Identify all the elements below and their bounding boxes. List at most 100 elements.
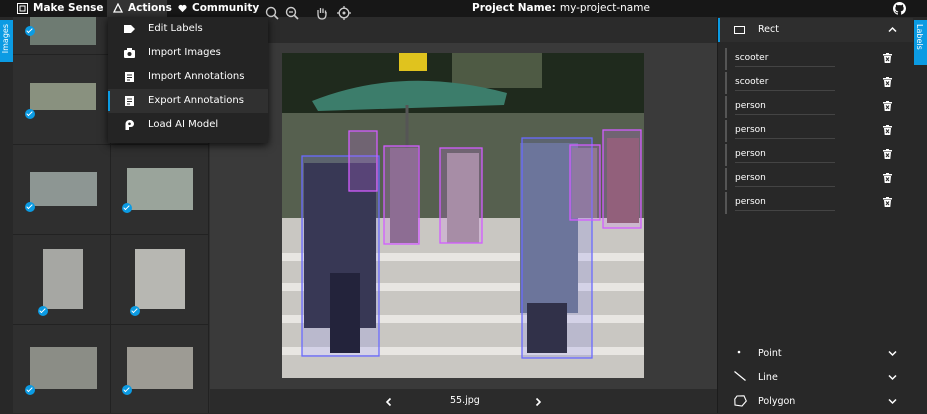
image-thumbnail: [30, 347, 97, 389]
label-name-input[interactable]: [735, 74, 835, 91]
brand-name: Make Sense: [33, 2, 104, 14]
camera-icon: [124, 48, 135, 58]
gallery-image-item[interactable]: [13, 17, 111, 55]
pan-hand-icon[interactable]: [314, 5, 330, 21]
label-name-input[interactable]: [735, 122, 835, 139]
gallery-image-item[interactable]: [13, 235, 111, 325]
crosshair-icon[interactable]: [336, 5, 352, 21]
trash-icon[interactable]: [883, 197, 892, 207]
chevron-down-icon[interactable]: [888, 374, 897, 381]
point-labels-header[interactable]: Point: [718, 342, 913, 366]
menu-item-export-annotations[interactable]: Export Annotations: [108, 89, 268, 113]
annotated-check-icon: [38, 306, 48, 316]
tool-label: Polygon: [758, 396, 796, 407]
label-row-marker: [725, 72, 727, 94]
chevron-down-icon[interactable]: [888, 398, 897, 405]
chevron-up-icon[interactable]: [888, 26, 897, 33]
gallery-image-item[interactable]: [111, 145, 209, 235]
label-row-marker: [725, 120, 727, 142]
label-row[interactable]: [725, 96, 910, 118]
image-thumbnail: [30, 172, 97, 206]
image-thumbnail: [135, 249, 185, 309]
images-side-tab[interactable]: Images: [0, 20, 13, 62]
label-row[interactable]: [725, 120, 910, 142]
gallery-image-item[interactable]: [111, 325, 209, 413]
line-icon: [734, 371, 746, 381]
chevron-down-icon[interactable]: [888, 350, 897, 357]
brand-logo[interactable]: Make Sense: [17, 0, 104, 17]
label-row[interactable]: [725, 192, 910, 214]
current-file-name: 55.jpg: [450, 395, 480, 406]
trash-icon[interactable]: [883, 101, 892, 111]
previous-image-icon[interactable]: [384, 397, 394, 407]
labels-side-tab[interactable]: Labels: [913, 20, 927, 65]
gallery-image-item[interactable]: [13, 145, 111, 235]
label-tag-icon: [124, 25, 135, 33]
community-menu-button[interactable]: Community: [178, 0, 259, 17]
street-scene-image: [282, 53, 644, 378]
trash-icon[interactable]: [883, 53, 892, 63]
annotation-canvas[interactable]: [282, 53, 644, 378]
trash-icon[interactable]: [883, 149, 892, 159]
tool-label: Line: [758, 372, 778, 383]
zoom-out-icon[interactable]: [284, 5, 300, 21]
document-icon: [125, 72, 134, 82]
tool-label: Point: [758, 348, 782, 359]
next-image-icon[interactable]: [533, 397, 543, 407]
line-labels-header[interactable]: Line: [718, 366, 913, 390]
gallery-image-item[interactable]: [111, 235, 209, 325]
rect-labels-header[interactable]: Rect: [718, 18, 913, 42]
actions-menu-button[interactable]: Actions: [112, 0, 172, 17]
annotated-check-icon: [122, 385, 132, 395]
annotated-check-icon: [25, 109, 35, 119]
annotated-check-icon: [25, 385, 35, 395]
label-row[interactable]: [725, 168, 910, 190]
label-row-marker: [725, 168, 727, 190]
label-name-input[interactable]: [735, 170, 835, 187]
menu-item-label: Load AI Model: [148, 119, 219, 130]
image-thumbnail: [127, 347, 193, 389]
polygon-labels-header[interactable]: Polygon: [718, 390, 913, 414]
annotated-check-icon: [122, 203, 132, 213]
label-row[interactable]: [725, 48, 910, 70]
actions-label: Actions: [128, 2, 172, 14]
menu-item-edit-labels[interactable]: Edit Labels: [108, 17, 268, 41]
menu-item-load-ai-model[interactable]: Load AI Model: [108, 113, 268, 137]
menu-item-import-images[interactable]: Import Images: [108, 41, 268, 65]
document-icon: [125, 96, 134, 106]
project-name-input[interactable]: [559, 2, 670, 14]
annotated-check-icon: [25, 202, 35, 212]
label-row[interactable]: [725, 144, 910, 166]
trash-icon[interactable]: [883, 173, 892, 183]
actions-dropdown-menu: Edit Labels Import Images Import Annotat…: [108, 17, 268, 143]
community-label: Community: [192, 2, 260, 14]
trash-icon[interactable]: [883, 125, 892, 135]
point-icon: [737, 350, 741, 354]
rectangle-icon: [734, 26, 745, 34]
ai-brain-icon: [125, 120, 135, 130]
menu-item-label: Import Annotations: [148, 71, 245, 82]
label-row-marker: [725, 96, 727, 118]
label-name-input[interactable]: [735, 98, 835, 115]
label-name-input[interactable]: [735, 146, 835, 163]
label-name-input[interactable]: [735, 194, 835, 211]
label-row[interactable]: [725, 72, 910, 94]
label-row-marker: [725, 192, 727, 214]
gallery-image-item[interactable]: [13, 325, 111, 413]
image-thumbnail: [30, 83, 96, 110]
annotated-check-icon: [25, 26, 35, 36]
github-icon[interactable]: [893, 2, 906, 15]
image-thumbnail: [127, 168, 193, 210]
label-row-marker: [725, 48, 727, 70]
rect-header-label: Rect: [758, 24, 779, 35]
trash-icon[interactable]: [883, 77, 892, 87]
heart-icon: [178, 4, 187, 12]
image-thumbnail: [43, 249, 83, 309]
label-row-marker: [725, 144, 727, 166]
menu-item-label: Import Images: [148, 47, 221, 58]
gallery-image-item[interactable]: [13, 55, 111, 145]
label-name-input[interactable]: [735, 50, 835, 67]
project-name-label: Project Name:: [472, 2, 556, 14]
labels-tab-label: Labels: [915, 24, 924, 50]
menu-item-import-annotations[interactable]: Import Annotations: [108, 65, 268, 89]
